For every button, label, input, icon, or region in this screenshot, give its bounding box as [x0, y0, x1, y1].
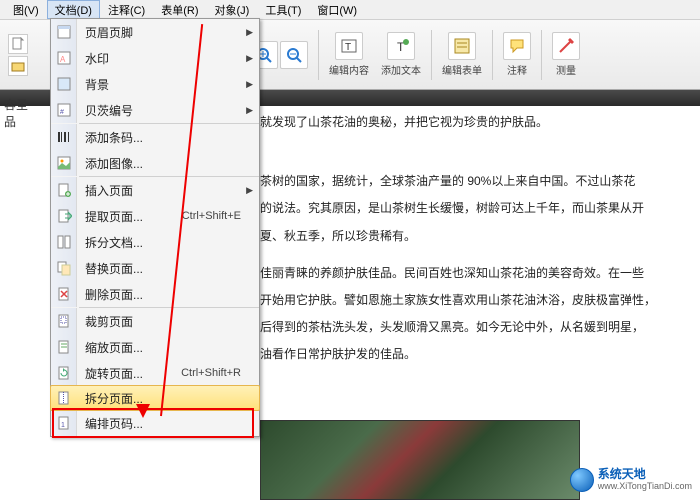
tb-new-icon[interactable] [8, 34, 28, 54]
svg-text:A: A [60, 55, 66, 64]
content-line: 佳丽青睐的养颜护肤佳品。民间百姓也深知山茶花油的美容奇效。在一些 [260, 261, 680, 286]
menu-window[interactable]: 窗口(W) [309, 0, 365, 19]
add-text-icon[interactable]: T [387, 32, 415, 60]
content-line: 开始用它护肤。譬如恩施土家族女性喜欢用山茶花油沐浴，皮肤极富弹性， [260, 288, 680, 313]
menu-insert-page[interactable]: 插入页面▶ [51, 177, 259, 203]
edit-form-icon[interactable] [448, 32, 476, 60]
globe-icon [570, 468, 594, 492]
menu-annotate[interactable]: 注释(C) [100, 0, 153, 19]
edit-content-icon[interactable]: T [335, 32, 363, 60]
zoom-out-icon[interactable] [280, 41, 308, 69]
menu-bates[interactable]: #贝茨编号▶ [51, 97, 259, 123]
menu-zoom-page[interactable]: 缩放页面... [51, 334, 259, 360]
menu-header-footer[interactable]: 页眉页脚▶ [51, 19, 259, 45]
menubar: 图(V) 文档(D) 注释(C) 表单(R) 对象(J) 工具(T) 窗口(W) [0, 0, 700, 20]
left-margin-text: 容圣品 [0, 90, 40, 136]
menu-object[interactable]: 对象(J) [207, 0, 258, 19]
measure-icon[interactable] [552, 32, 580, 60]
content-line: 后得到的茶枯洗头发，头发顺滑又黑亮。如今无论中外，从名媛到明星， [260, 315, 680, 340]
chevron-right-icon: ▶ [246, 27, 253, 38]
chevron-right-icon: ▶ [246, 185, 253, 196]
edit-content-label: 编辑内容 [329, 62, 369, 77]
content-line: 油看作日常护肤护发的佳品。 [260, 342, 680, 367]
menu-rotate-page[interactable]: 旋转页面...Ctrl+Shift+R [51, 360, 259, 386]
content-line: 茶树的国家，据统计，全球茶油产量的 90%以上来自中国。不过山茶花 [260, 169, 680, 194]
watermark-name: 系统天地 [598, 468, 692, 481]
embedded-image [260, 420, 580, 500]
svg-text:#: # [60, 109, 64, 116]
chevron-right-icon: ▶ [246, 53, 253, 64]
annotate-label: 注释 [507, 62, 527, 77]
menu-split-page[interactable]: 拆分页面... [50, 385, 260, 411]
menu-watermark[interactable]: A水印▶ [51, 45, 259, 71]
menu-add-barcode[interactable]: 添加条码... [51, 124, 259, 150]
content-line: 夏、秋五季，所以珍贵稀有。 [260, 224, 680, 249]
menu-extract-page[interactable]: 提取页面...Ctrl+Shift+E [51, 203, 259, 229]
watermark: 系统天地 www.XiTongTianDi.com [570, 468, 692, 492]
menu-form[interactable]: 表单(R) [153, 0, 206, 19]
document-content: 就发现了山茶花油的奥秘，并把它视为珍贵的护肤品。 茶树的国家，据统计，全球茶油产… [260, 110, 700, 370]
content-line: 的说法。究其原因，是山茶树生长缓慢，树龄可达上千年，而山茶果从开 [260, 196, 680, 221]
menu-delete-page[interactable]: 删除页面... [51, 281, 259, 307]
svg-text:T: T [345, 42, 351, 53]
content-line: 就发现了山茶花油的奥秘，并把它视为珍贵的护肤品。 [260, 110, 680, 135]
menu-crop-page[interactable]: 裁剪页面 [51, 308, 259, 334]
add-text-label: 添加文本 [381, 62, 421, 77]
chevron-right-icon: ▶ [246, 105, 253, 116]
tb-open-icon[interactable] [8, 56, 28, 76]
annotate-icon[interactable] [503, 32, 531, 60]
menu-replace-page[interactable]: 替换页面... [51, 255, 259, 281]
menu-tools[interactable]: 工具(T) [257, 0, 309, 19]
menu-number-page[interactable]: 1编排页码... [51, 410, 259, 436]
measure-label: 测量 [556, 62, 576, 77]
menu-background[interactable]: 背景▶ [51, 71, 259, 97]
menu-split-doc[interactable]: 拆分文档... [51, 229, 259, 255]
menu-document[interactable]: 文档(D) [47, 0, 100, 19]
document-dropdown: 页眉页脚▶ A水印▶ 背景▶ #贝茨编号▶ 添加条码... 添加图像... 插入… [50, 18, 260, 437]
chevron-right-icon: ▶ [246, 79, 253, 90]
edit-form-label: 编辑表单 [442, 62, 482, 77]
menu-add-image[interactable]: 添加图像... [51, 150, 259, 176]
watermark-url: www.XiTongTianDi.com [598, 482, 692, 492]
menu-view[interactable]: 图(V) [5, 0, 47, 19]
svg-text:1: 1 [61, 422, 65, 429]
